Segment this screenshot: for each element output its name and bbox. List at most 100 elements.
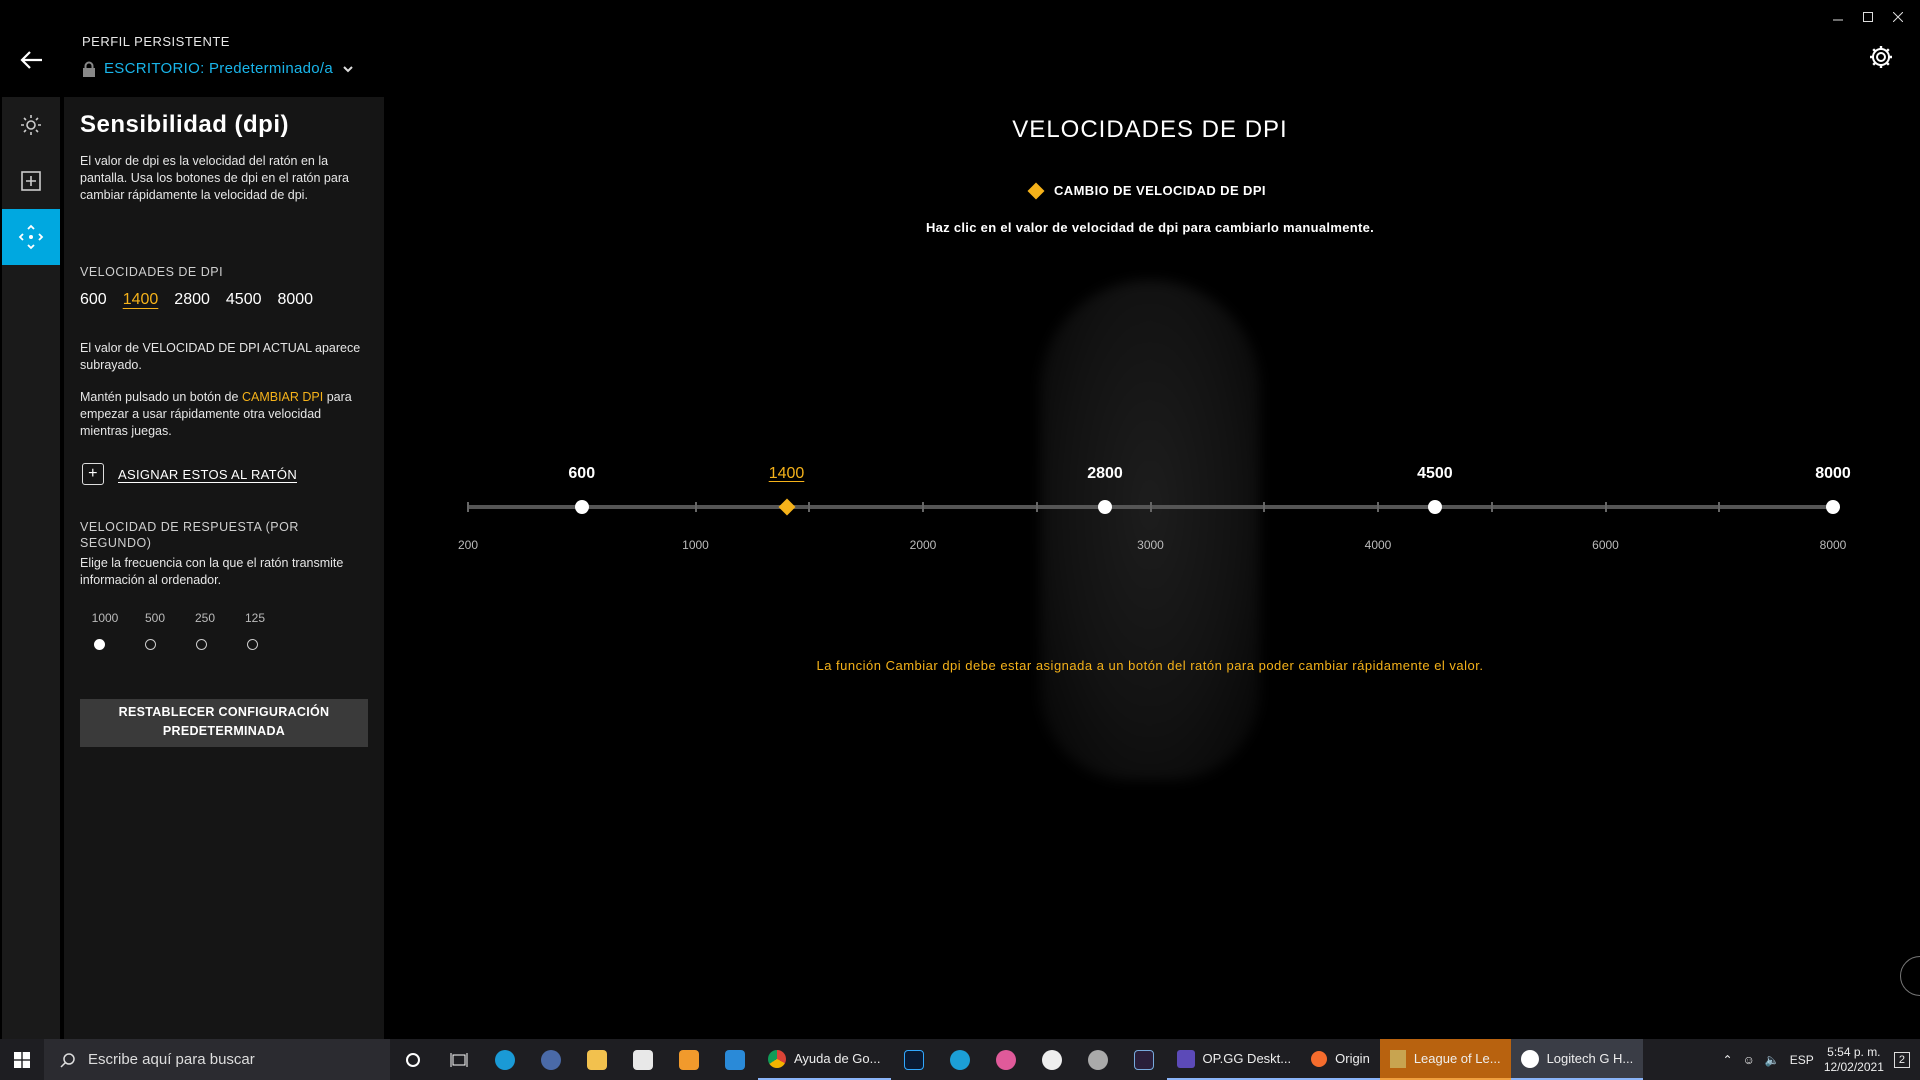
taskbar-app-label: OP.GG Deskt... <box>1202 1051 1292 1066</box>
mail-icon[interactable] <box>712 1039 758 1080</box>
taskbar-app-logitech[interactable]: Logitech G H... <box>1510 1039 1644 1080</box>
taskbar-app-origin[interactable]: Origin <box>1301 1039 1380 1080</box>
hint-text: Haz clic en el valor de velocidad de dpi… <box>925 220 1375 235</box>
scale-label: 1000 <box>682 538 709 552</box>
hold-note-pre: Mantén pulsado un botón de <box>80 390 239 404</box>
taskbar-app-chrome[interactable]: Ayuda de Go... <box>758 1039 891 1080</box>
profile-label: PERFIL PERSISTENTE <box>82 34 230 49</box>
dpi-stop-handle[interactable] <box>1826 500 1840 514</box>
warning-text: La función Cambiar dpi debe estar asigna… <box>816 658 1484 673</box>
wifi-icon[interactable]: ☺ <box>1743 1053 1755 1067</box>
dpi-stop-label[interactable]: 8000 <box>1815 465 1851 483</box>
store-icon[interactable] <box>620 1039 666 1080</box>
rate-radio-500[interactable] <box>145 639 156 650</box>
task-view-button[interactable] <box>436 1039 482 1080</box>
maximize-button[interactable] <box>1853 6 1883 28</box>
app-taskbar-icon[interactable] <box>528 1039 574 1080</box>
hold-note: Mantén pulsado un botón de CAMBIAR DPI p… <box>80 389 370 440</box>
opgg-icon <box>1176 1049 1195 1068</box>
app-taskbar-icon[interactable] <box>1075 1039 1121 1080</box>
dpi-heading: VELOCIDADES DE DPI <box>80 265 224 279</box>
profile-selector[interactable]: ESCRITORIO: Predeterminado/a <box>82 60 355 77</box>
dpi-value[interactable]: 600 <box>80 291 107 309</box>
reset-defaults-button[interactable]: RESTABLECER CONFIGURACIÓN PREDETERMINADA <box>80 699 368 747</box>
scale-label: 200 <box>457 538 479 552</box>
windows-logo-icon <box>14 1051 30 1068</box>
search-placeholder: Escribe aquí para buscar <box>88 1051 255 1068</box>
chevron-up-icon[interactable]: ⌃ <box>1723 1053 1733 1067</box>
rate-label: 250 <box>194 611 216 625</box>
assign-to-mouse-button[interactable]: + ASIGNAR ESTOS AL RATÓN <box>82 463 297 485</box>
dpi-stop-handle[interactable] <box>574 500 589 514</box>
close-button[interactable] <box>1883 6 1913 28</box>
dpi-value[interactable]: 2800 <box>174 291 210 309</box>
app-taskbar-icon[interactable] <box>666 1039 712 1080</box>
gear-icon[interactable] <box>1868 44 1894 70</box>
cortana-button[interactable] <box>390 1039 436 1080</box>
clock[interactable]: 5:54 p. m. 12/02/2021 <box>1824 1045 1884 1075</box>
dpi-value[interactable]: 8000 <box>277 291 313 309</box>
dpi-stop-label[interactable]: 2800 <box>1087 465 1123 483</box>
slider-tick <box>1035 502 1038 512</box>
window-controls <box>1823 6 1913 28</box>
clock-app-icon[interactable] <box>1029 1039 1075 1080</box>
rate-radio-125[interactable] <box>247 639 258 650</box>
edge-beta-icon[interactable] <box>937 1039 983 1080</box>
slider-tick <box>467 502 469 512</box>
scale-label: 4000 <box>1364 538 1392 552</box>
assign-label: ASIGNAR ESTOS AL RATÓN <box>118 466 298 482</box>
slider-tick <box>1490 502 1493 512</box>
windows-start-button[interactable] <box>0 1039 44 1080</box>
expand-panel-button[interactable] <box>1900 956 1920 996</box>
lock-icon <box>83 61 95 77</box>
taskbar-app-label: League of Le... <box>1413 1051 1501 1066</box>
plus-square-icon <box>21 171 41 191</box>
scale-label: 8000 <box>1819 538 1847 552</box>
minimize-button[interactable] <box>1823 6 1853 28</box>
sensitivity-nav[interactable] <box>2 209 60 265</box>
rate-label: 500 <box>144 611 166 625</box>
nox-icon[interactable] <box>1121 1039 1167 1080</box>
taskbar: Escribe aquí para buscar Ayuda de Go... … <box>0 1039 1920 1080</box>
photoshop-icon[interactable] <box>891 1039 937 1080</box>
dpi-stop-label[interactable]: 4500 <box>1417 465 1453 483</box>
dpi-stop-label[interactable]: 1400 <box>769 465 805 483</box>
assignments-nav[interactable] <box>2 153 60 209</box>
edge-taskbar-icon[interactable] <box>482 1039 528 1080</box>
scale-label: 2000 <box>909 538 937 552</box>
dpi-value[interactable]: 4500 <box>226 291 262 309</box>
taskbar-app-opgg[interactable]: OP.GG Deskt... <box>1166 1039 1302 1080</box>
diamond-icon <box>1027 182 1045 199</box>
legend-label: CAMBIO DE VELOCIDAD DE DPI <box>1054 183 1266 198</box>
ghub-window: PERFIL PERSISTENTE ESCRITORIO: Predeterm… <box>0 0 1920 1039</box>
rate-radio-250[interactable] <box>196 639 207 650</box>
rate-label: 125 <box>244 611 266 625</box>
notifications-icon[interactable]: 2 <box>1893 1051 1910 1068</box>
dpi-stop-handle[interactable] <box>1098 500 1112 514</box>
taskbar-app-label: Ayuda de Go... <box>794 1051 881 1066</box>
clock-date: 12/02/2021 <box>1823 1059 1884 1074</box>
current-note: El valor de VELOCIDAD DE DPI ACTUAL apar… <box>80 341 361 372</box>
back-arrow-icon[interactable] <box>18 46 46 74</box>
plus-box-icon: + <box>82 463 104 485</box>
panel-description: El valor de dpi es la velocidad del rató… <box>80 154 349 202</box>
app-taskbar-icon[interactable] <box>983 1039 1029 1080</box>
top-bar: PERFIL PERSISTENTE ESCRITORIO: Predeterm… <box>0 0 1920 96</box>
slider-tick <box>1149 502 1152 512</box>
taskbar-app-label: Logitech G H... <box>1546 1051 1634 1066</box>
volume-icon[interactable]: 🔈 <box>1765 1053 1780 1067</box>
dpi-stop-handle[interactable] <box>1427 500 1442 514</box>
taskbar-app-label: Origin <box>1335 1051 1370 1066</box>
league-icon <box>1389 1049 1406 1068</box>
dpi-shift-marker[interactable] <box>778 498 795 516</box>
taskbar-app-league[interactable]: League of Le... <box>1379 1039 1511 1080</box>
rate-radio-1000[interactable] <box>94 639 105 650</box>
dpi-value-current[interactable]: 1400 <box>123 291 159 309</box>
language-indicator[interactable]: ESP <box>1790 1053 1814 1067</box>
rate-labels: 1000 500 250 125 <box>90 611 270 625</box>
file-explorer-icon[interactable] <box>574 1039 620 1080</box>
dpi-values-row: 600 1400 2800 4500 8000 <box>80 291 313 309</box>
dpi-stop-label[interactable]: 600 <box>568 465 595 483</box>
slider-tick <box>1604 502 1607 512</box>
taskbar-search[interactable]: Escribe aquí para buscar <box>44 1039 390 1080</box>
